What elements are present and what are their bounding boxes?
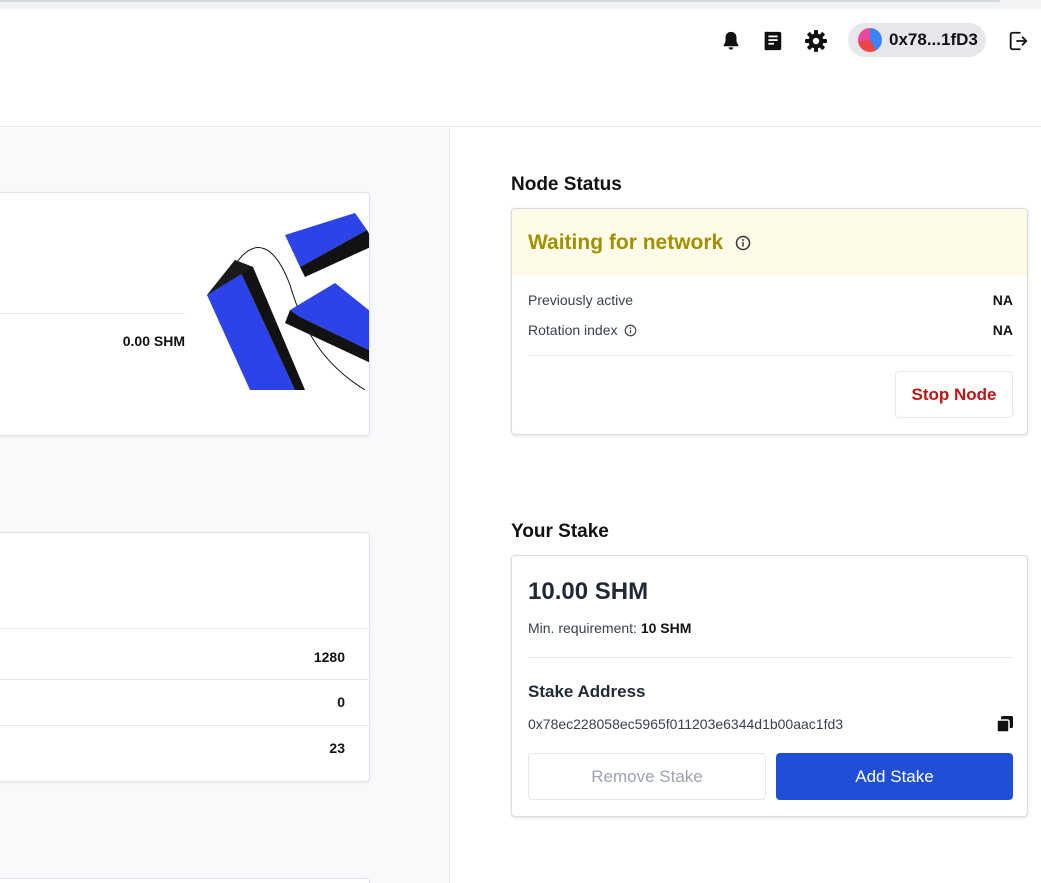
left-pane: 0.00 SHM 1280 0 23 <box>0 128 450 883</box>
node-status-title: Node Status <box>511 174 622 195</box>
bottom-card <box>0 878 370 883</box>
table-row: 23 <box>0 725 370 771</box>
min-requirement-value: 10 SHM <box>640 620 692 636</box>
rotation-index-value: NA <box>992 322 1013 338</box>
table-row: 1280 <box>0 628 370 680</box>
stake-address-label: Stake Address <box>528 682 646 701</box>
decorative-illustration <box>207 213 369 391</box>
table-row: 0 <box>0 679 370 725</box>
previously-active-value: NA <box>992 292 1013 308</box>
previously-active-label: Previously active <box>528 292 634 308</box>
rotation-index-row: Rotation index NA <box>528 322 1013 338</box>
info-icon[interactable] <box>624 324 637 337</box>
balance-value: 0.00 SHM <box>122 333 185 349</box>
balance-card: 0.00 SHM <box>0 192 370 436</box>
wallet-button[interactable]: 0x78...1fD3 <box>848 23 986 57</box>
min-requirement-label: Min. requirement: <box>528 620 637 636</box>
top-header: 0x78...1fD3 <box>0 9 1041 127</box>
browser-chrome-strip <box>0 0 1041 9</box>
copy-icon[interactable] <box>996 715 1014 733</box>
divider <box>0 313 185 314</box>
avatar <box>858 28 882 52</box>
stat-value: 23 <box>329 740 345 756</box>
divider <box>528 657 1013 658</box>
wallet-address: 0x78...1fD3 <box>889 30 978 49</box>
bell-icon[interactable] <box>718 28 744 54</box>
stop-node-button[interactable]: Stop Node <box>895 371 1013 418</box>
stake-card: 10.00 SHM Min. requirement: 10 SHM Stake… <box>511 555 1028 817</box>
stats-card: 1280 0 23 <box>0 532 370 782</box>
rotation-index-label: Rotation index <box>528 322 618 338</box>
divider <box>528 355 1013 356</box>
node-status-card: Waiting for network Previously active NA… <box>511 208 1028 435</box>
info-icon[interactable] <box>735 235 751 251</box>
add-stake-button[interactable]: Add Stake <box>776 753 1013 800</box>
scroll-track <box>0 0 1000 2</box>
stat-value: 1280 <box>313 649 345 665</box>
book-icon[interactable] <box>760 28 786 54</box>
min-requirement: Min. requirement: 10 SHM <box>528 620 691 636</box>
logout-icon[interactable] <box>1005 28 1031 54</box>
gear-icon[interactable] <box>803 28 829 54</box>
status-text: Waiting for network <box>528 230 724 254</box>
stat-value: 0 <box>337 694 345 710</box>
stake-address: 0x78ec228058ec5965f011203e6344d1b00aac1f… <box>528 716 844 732</box>
remove-stake-button[interactable]: Remove Stake <box>528 753 766 800</box>
status-banner: Waiting for network <box>512 209 1027 276</box>
previously-active-row: Previously active NA <box>528 292 1013 308</box>
your-stake-title: Your Stake <box>511 521 609 542</box>
stake-amount: 10.00 SHM <box>528 578 649 605</box>
